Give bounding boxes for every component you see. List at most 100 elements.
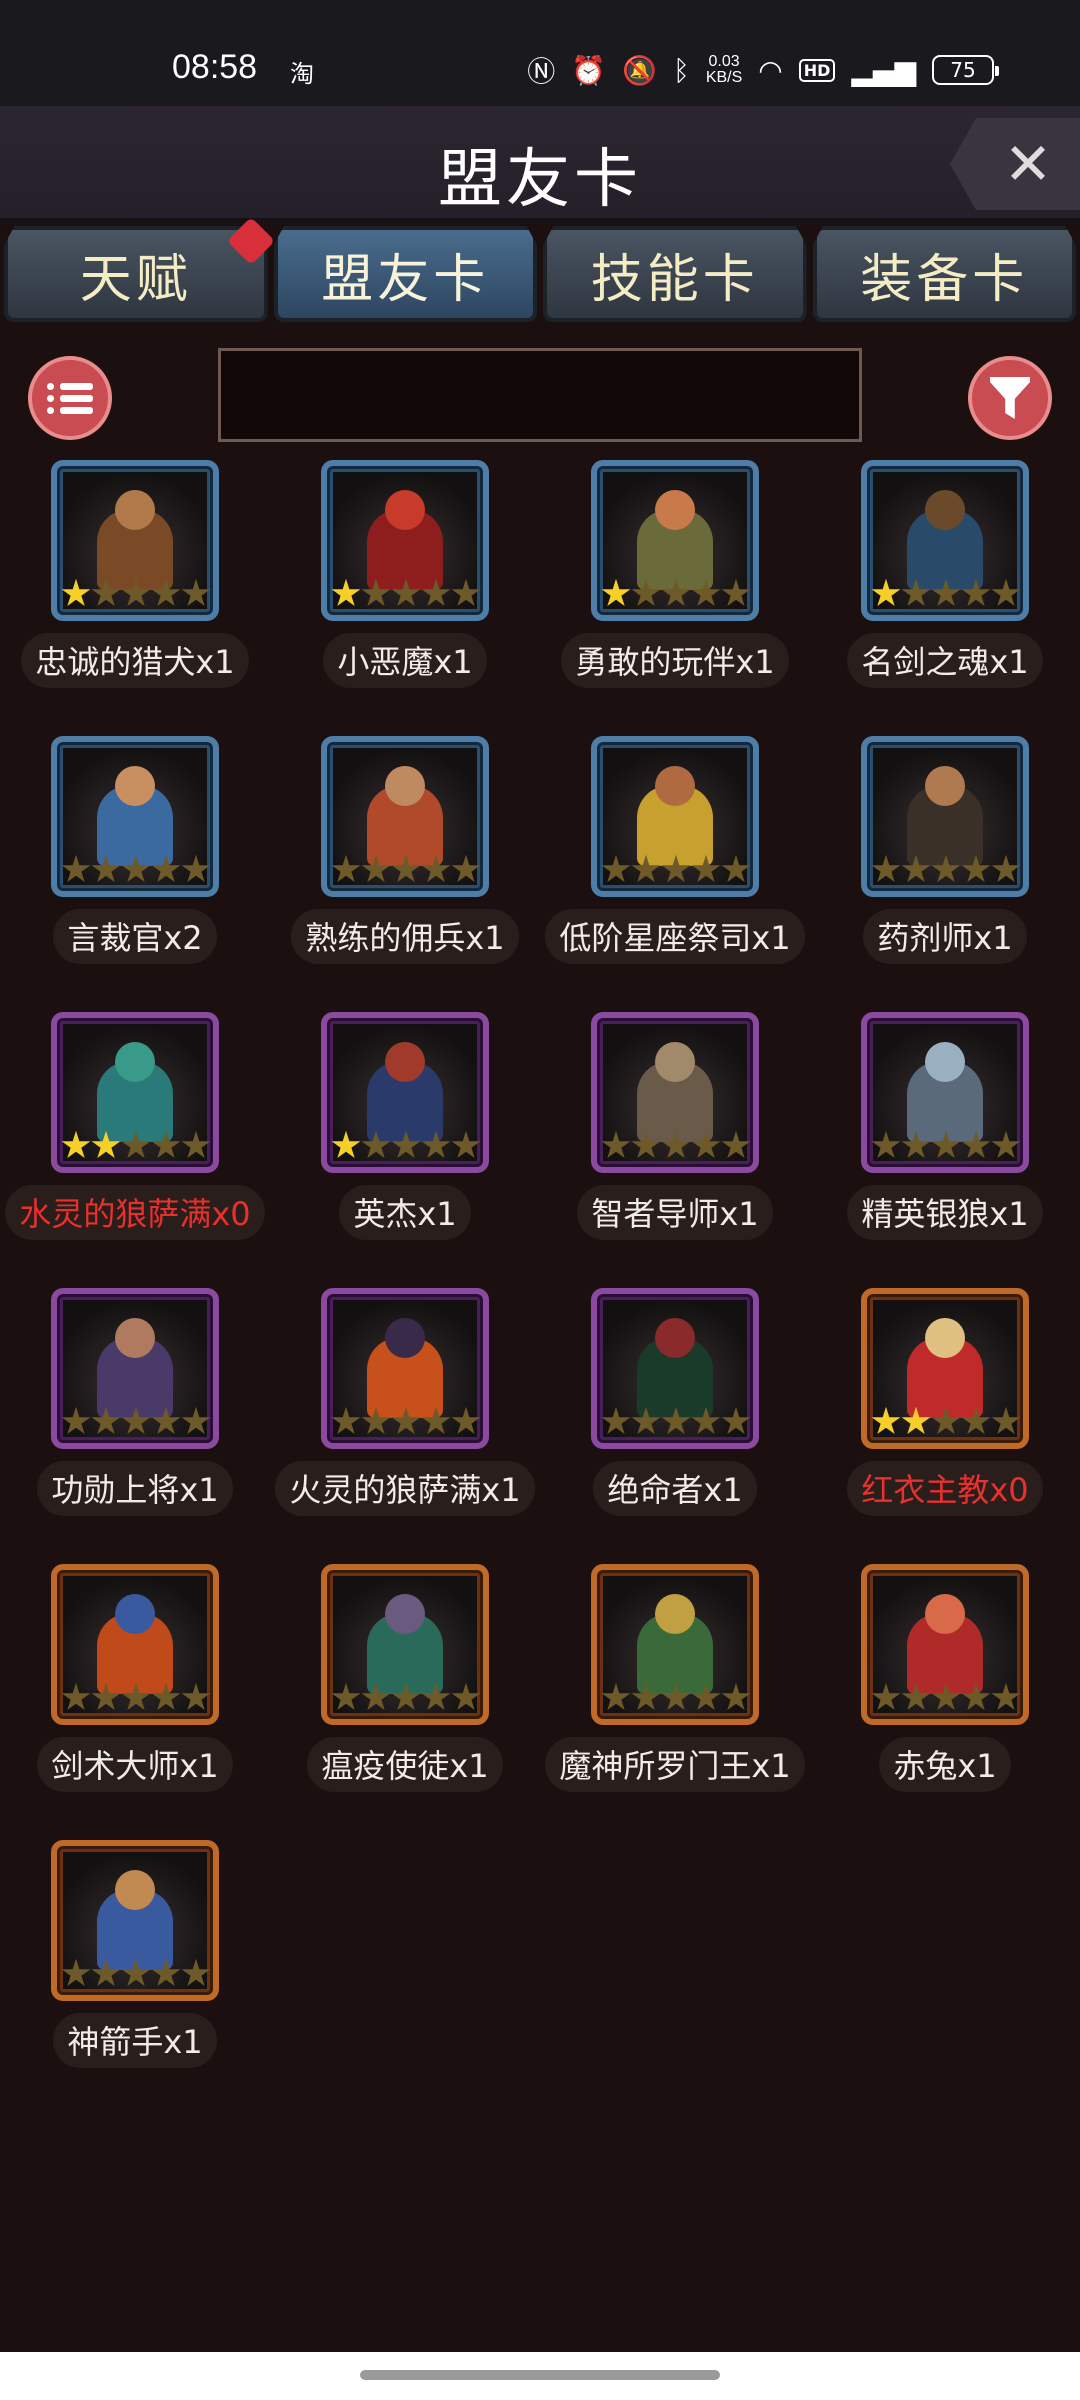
star-icon [121, 1130, 151, 1159]
star-icon [931, 1682, 961, 1711]
star-icon [331, 1406, 361, 1435]
star-icon [181, 1682, 211, 1711]
ally-card[interactable]: 功勋上将x1 [0, 1288, 270, 1516]
star-icon [181, 1406, 211, 1435]
star-icon [691, 854, 721, 883]
ally-card[interactable]: 水灵的狼萨满x0 [0, 1012, 270, 1240]
star-icon [601, 1130, 631, 1159]
list-view-button[interactable] [28, 356, 112, 440]
card-frame [51, 1288, 219, 1449]
star-icon [631, 1682, 661, 1711]
star-icon [121, 854, 151, 883]
status-time: 08:58 [172, 48, 258, 86]
star-rating [331, 854, 481, 885]
ally-card[interactable]: 瘟疫使徒x1 [270, 1564, 540, 1792]
ally-card[interactable]: 绝命者x1 [540, 1288, 810, 1516]
card-name: 精英银狼x1 [847, 1184, 1043, 1240]
ally-card-grid: 忠诚的猎犬x1 小恶魔x1 勇敢的玩伴x1 名剑之魂x1 言裁官x2 熟练的佣兵x1 低阶星… [0, 460, 1080, 2068]
star-icon [91, 1682, 121, 1711]
ally-card[interactable]: 熟练的佣兵x1 [270, 736, 540, 964]
star-icon [901, 1682, 931, 1711]
card-frame [51, 1012, 219, 1173]
star-icon [331, 1130, 361, 1159]
star-icon [391, 1130, 421, 1159]
star-icon [91, 1958, 121, 1987]
close-icon: ✕ [1003, 130, 1053, 198]
star-icon [361, 1130, 391, 1159]
ally-card[interactable]: 智者导师x1 [540, 1012, 810, 1240]
tab-ally-cards[interactable]: 盟友卡 [273, 226, 537, 322]
star-icon [961, 1130, 991, 1159]
ally-card[interactable]: 神箭手x1 [0, 1840, 270, 2068]
ally-card[interactable]: 赤兔x1 [810, 1564, 1080, 1792]
ally-card[interactable]: 忠诚的猎犬x1 [0, 460, 270, 688]
ally-card[interactable]: 英杰x1 [270, 1012, 540, 1240]
card-frame [321, 1564, 489, 1725]
bluetooth-icon: ᛒ [673, 53, 690, 87]
card-name: 功勋上将x1 [37, 1460, 233, 1516]
star-icon [961, 1682, 991, 1711]
ally-card[interactable]: 精英银狼x1 [810, 1012, 1080, 1240]
star-icon [391, 1682, 421, 1711]
card-frame [51, 460, 219, 621]
star-icon [151, 1958, 181, 1987]
ally-card[interactable]: 红衣主教x0 [810, 1288, 1080, 1516]
star-icon [661, 1406, 691, 1435]
wifi-icon: ◠ [758, 53, 783, 87]
star-icon [61, 1682, 91, 1711]
star-rating [331, 1130, 481, 1161]
status-icons: Ⓝ ⏰ 🔕 ᛒ 0.03 KB/S ◠ HD ▂▄▆ 75 [527, 50, 999, 90]
filter-button[interactable] [968, 356, 1052, 440]
star-rating [871, 578, 1021, 609]
star-icon [961, 854, 991, 883]
ally-card[interactable]: 名剑之魂x1 [810, 460, 1080, 688]
star-icon [331, 578, 361, 607]
star-rating [601, 854, 751, 885]
star-icon [451, 1682, 481, 1711]
ally-card[interactable]: 小恶魔x1 [270, 460, 540, 688]
tab-bar: 天赋 盟友卡 技能卡 装备卡 [0, 216, 1080, 322]
search-input[interactable] [218, 348, 862, 442]
close-button[interactable]: ✕ [950, 118, 1080, 210]
star-icon [691, 1406, 721, 1435]
card-name: 火灵的狼萨满x1 [275, 1460, 535, 1516]
star-icon [661, 854, 691, 883]
page-title: 盟友卡 [438, 143, 642, 217]
ally-card[interactable]: 低阶星座祭司x1 [540, 736, 810, 964]
star-rating [61, 1130, 211, 1161]
ally-card[interactable]: 言裁官x2 [0, 736, 270, 964]
star-icon [601, 1406, 631, 1435]
star-icon [121, 1682, 151, 1711]
star-icon [661, 578, 691, 607]
card-name: 熟练的佣兵x1 [291, 908, 519, 964]
card-name: 瘟疫使徒x1 [307, 1736, 503, 1792]
star-icon [691, 1130, 721, 1159]
card-name: 赤兔x1 [879, 1736, 1011, 1792]
card-name: 剑术大师x1 [37, 1736, 233, 1792]
alarm-icon: ⏰ [571, 53, 607, 87]
star-icon [631, 1406, 661, 1435]
star-icon [931, 578, 961, 607]
star-icon [661, 1682, 691, 1711]
star-icon [931, 1130, 961, 1159]
ally-card[interactable]: 剑术大师x1 [0, 1564, 270, 1792]
star-icon [361, 1406, 391, 1435]
card-frame [861, 1288, 1029, 1449]
home-indicator[interactable] [360, 2370, 720, 2380]
ally-card[interactable]: 勇敢的玩伴x1 [540, 460, 810, 688]
star-icon [91, 854, 121, 883]
star-icon [151, 1406, 181, 1435]
star-icon [931, 854, 961, 883]
star-icon [391, 1406, 421, 1435]
star-rating [601, 578, 751, 609]
star-icon [361, 854, 391, 883]
tab-equipment-cards[interactable]: 装备卡 [812, 226, 1076, 322]
star-icon [961, 578, 991, 607]
taobao-icon: 淘 [290, 60, 314, 88]
star-icon [991, 854, 1021, 883]
ally-card[interactable]: 魔神所罗门王x1 [540, 1564, 810, 1792]
star-icon [871, 1406, 901, 1435]
tab-skill-cards[interactable]: 技能卡 [543, 226, 807, 322]
ally-card[interactable]: 药剂师x1 [810, 736, 1080, 964]
ally-card[interactable]: 火灵的狼萨满x1 [270, 1288, 540, 1516]
